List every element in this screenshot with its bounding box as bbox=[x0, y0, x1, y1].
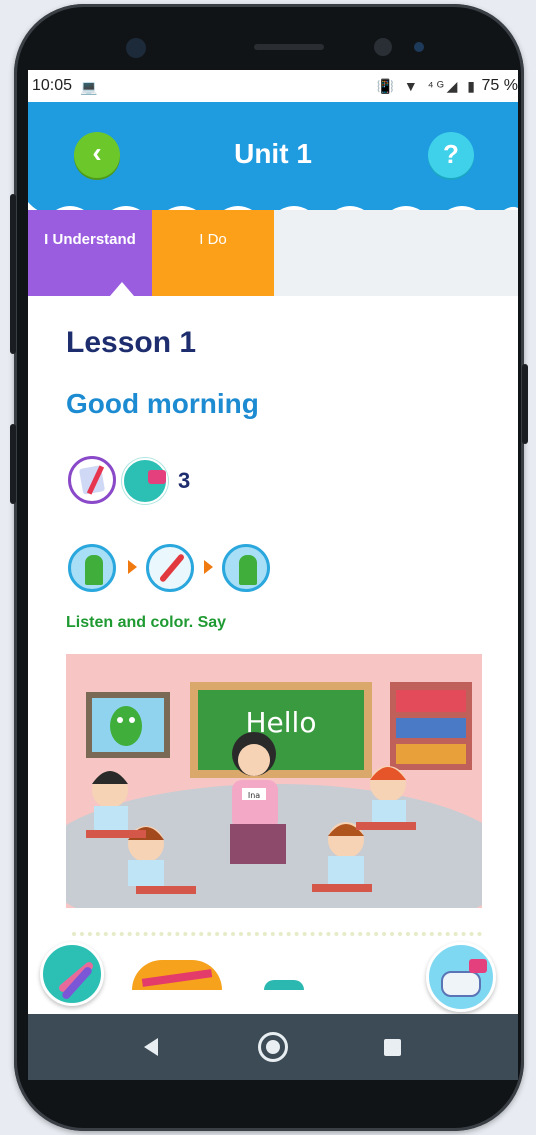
nav-home-icon[interactable] bbox=[258, 1032, 288, 1062]
teacher-name-tag: Ina bbox=[248, 791, 260, 800]
classroom-scene-graphic: Hello Ina bbox=[66, 682, 482, 908]
help-button[interactable]: ? bbox=[428, 132, 474, 178]
classroom-illustration[interactable]: Hello Ina bbox=[66, 654, 482, 908]
say-step-icon bbox=[222, 544, 270, 592]
pencil-activity-icon[interactable] bbox=[40, 942, 104, 1006]
power-button bbox=[10, 194, 16, 354]
color-step-icon bbox=[146, 544, 194, 592]
android-nav-bar bbox=[28, 1014, 518, 1080]
step-arrow-icon bbox=[204, 560, 213, 574]
nav-recents-icon[interactable] bbox=[384, 1039, 401, 1056]
activity-instruction: Listen and color. Say bbox=[66, 614, 227, 631]
sensor bbox=[374, 38, 392, 56]
lesson-title: Lesson 1 bbox=[66, 326, 197, 359]
video-monster-icon[interactable] bbox=[122, 458, 168, 504]
status-time: 10:05 bbox=[32, 77, 73, 94]
game-controller-icon[interactable] bbox=[426, 942, 496, 1012]
activity-thumbnail[interactable] bbox=[132, 960, 222, 990]
laptop-icon: 💻 bbox=[80, 79, 98, 95]
student-book-icon[interactable] bbox=[68, 456, 116, 504]
activity-thumbnail[interactable] bbox=[264, 980, 304, 990]
phone-screen: 10:05 💻 📳 ▼ ⁴ᴳ◢ ▮ 75 % ‹ Unit 1 ? I Unde… bbox=[28, 70, 518, 1080]
battery-level: 75 % bbox=[481, 77, 518, 94]
side-key bbox=[522, 364, 528, 444]
lesson-subtitle: Good morning bbox=[66, 388, 259, 419]
earpiece-speaker bbox=[254, 44, 324, 50]
sensor-light bbox=[414, 42, 424, 52]
status-icons: 📳 ▼ ⁴ᴳ◢ ▮ bbox=[376, 78, 478, 94]
volume-button bbox=[10, 424, 16, 504]
section-divider bbox=[72, 932, 482, 936]
listen-step-icon bbox=[68, 544, 116, 592]
tab-i-do[interactable]: I Do bbox=[152, 210, 274, 296]
step-arrow-icon bbox=[128, 560, 137, 574]
nav-back-icon[interactable] bbox=[144, 1038, 158, 1056]
active-tab-indicator bbox=[110, 282, 134, 296]
lesson-content: Lesson 1 Good morning 3 Listen and color… bbox=[28, 296, 518, 1016]
status-bar: 10:05 💻 📳 ▼ ⁴ᴳ◢ ▮ 75 % bbox=[28, 70, 518, 102]
front-camera bbox=[126, 38, 146, 58]
tab-bar: I Understand I Do bbox=[28, 210, 518, 296]
page-count: 3 bbox=[178, 468, 191, 493]
app-header: ‹ Unit 1 ? bbox=[28, 102, 518, 214]
